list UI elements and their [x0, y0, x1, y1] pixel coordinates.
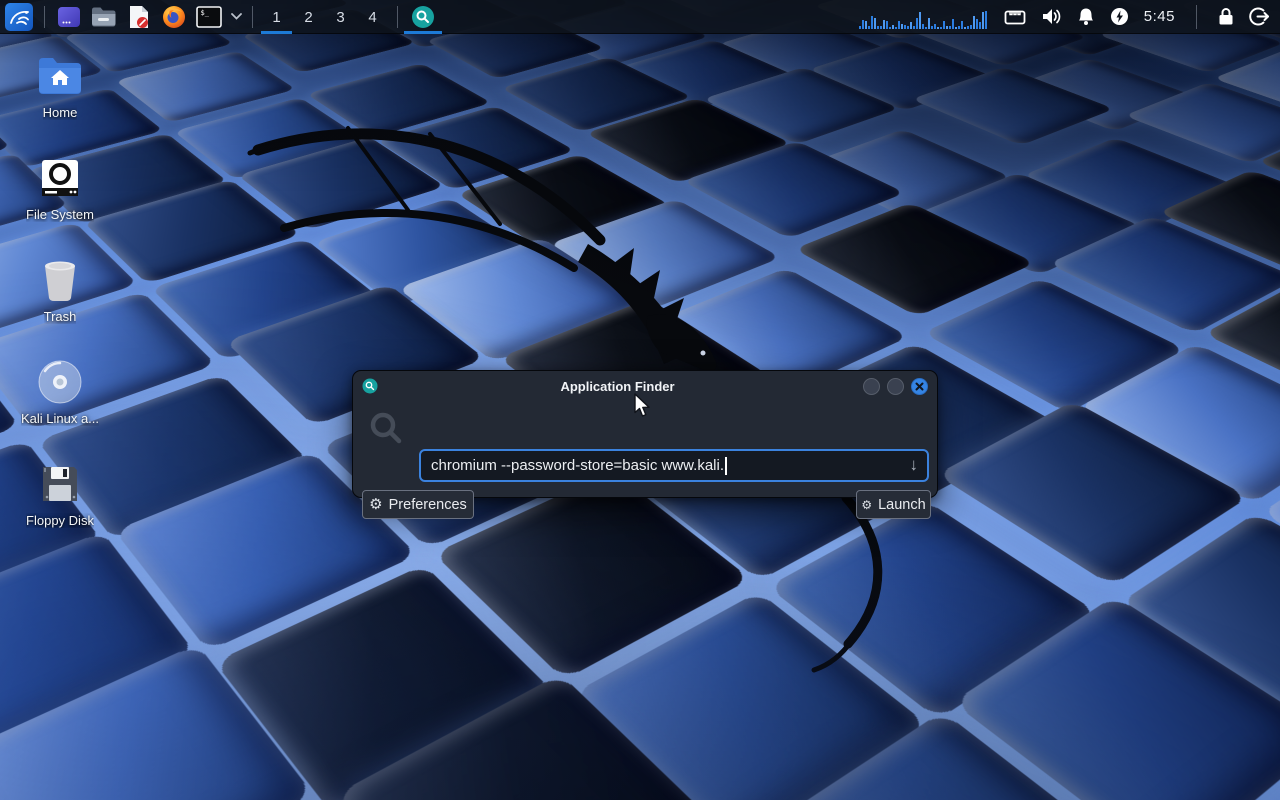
- floppy-disk-icon: [36, 460, 84, 508]
- lock-icon[interactable]: [1218, 7, 1234, 26]
- taskbar-appfinder-button[interactable]: [404, 0, 442, 34]
- desktop-icon-label: Kali Linux a...: [21, 411, 99, 426]
- launch-button[interactable]: ⚙ Launch: [856, 490, 931, 519]
- kali-menu-button[interactable]: [0, 0, 38, 34]
- search-icon: [367, 409, 405, 452]
- launcher-firefox[interactable]: [156, 0, 191, 34]
- volume-icon[interactable]: [1041, 7, 1062, 26]
- launcher-terminal[interactable]: $_: [191, 0, 226, 34]
- workspace-button-1[interactable]: 1: [261, 0, 292, 34]
- desktop-icon-floppy-disk[interactable]: Floppy Disk: [12, 460, 108, 528]
- maximize-button[interactable]: [887, 378, 904, 395]
- panel-separator: [397, 6, 398, 28]
- appfinder-titlebar-icon: [362, 378, 378, 394]
- app-window-icon: [57, 5, 81, 29]
- desktop-icon-label: Floppy Disk: [26, 513, 94, 528]
- kali-menu-icon: [5, 3, 33, 31]
- application-finder-window: Application Finder chromium --passwo: [352, 370, 938, 498]
- desktop-icon-kali-linux[interactable]: Kali Linux a...: [12, 358, 108, 426]
- panel-separator: [1196, 5, 1197, 29]
- text-editor-icon: [128, 5, 150, 29]
- terminal-icon: $_: [196, 5, 222, 29]
- workspace-button-4[interactable]: 4: [357, 0, 388, 34]
- close-icon: [915, 382, 924, 391]
- hard-disk-icon: [36, 154, 84, 202]
- workspace-button-2[interactable]: 2: [293, 0, 324, 34]
- search-input-value: chromium --password-store=basic www.kali…: [431, 457, 724, 474]
- search-input[interactable]: chromium --password-store=basic www.kali…: [419, 449, 929, 482]
- panel-separator: [252, 6, 253, 28]
- text-caret: [725, 457, 727, 475]
- desktop: Home File System: [0, 0, 1280, 800]
- appfinder-titlebar[interactable]: Application Finder: [353, 371, 937, 401]
- desktop-icon-trash[interactable]: Trash: [12, 256, 108, 324]
- desktop-icon-label: File System: [26, 207, 94, 222]
- desktop-icon-file-system[interactable]: File System: [12, 154, 108, 222]
- audio-visualizer-icon: [859, 5, 987, 29]
- network-ethernet-icon[interactable]: [1004, 8, 1026, 26]
- desktop-icon-label: Trash: [44, 309, 77, 324]
- trash-empty-icon: [36, 256, 84, 304]
- clock[interactable]: 5:45: [1144, 8, 1175, 25]
- run-gear-icon: ⚙: [861, 499, 872, 511]
- wallpaper-cubes: [0, 0, 1280, 595]
- logout-icon[interactable]: [1249, 6, 1270, 27]
- optical-disc-icon: [36, 358, 84, 406]
- chevron-down-icon: [231, 13, 242, 20]
- appfinder-search-icon: [411, 5, 435, 29]
- launcher-text-editor[interactable]: [121, 0, 156, 34]
- workspace-button-3[interactable]: 3: [325, 0, 356, 34]
- panel-separator: [44, 6, 45, 28]
- file-manager-icon: [91, 6, 116, 28]
- gear-icon: ⚙: [369, 497, 382, 512]
- top-panel: $_ 1 2 3 4: [0, 0, 1280, 34]
- launch-button-label: Launch: [878, 497, 926, 513]
- firefox-icon: [162, 5, 186, 29]
- power-manager-icon[interactable]: [1110, 7, 1129, 26]
- notifications-bell-icon[interactable]: [1077, 7, 1095, 26]
- terminal-dropdown-arrow[interactable]: [226, 0, 246, 34]
- home-folder-icon: [36, 52, 84, 100]
- launcher-app-window[interactable]: [51, 0, 86, 34]
- desktop-icon-list: Home File System: [12, 52, 108, 528]
- svg-text:$_: $_: [200, 9, 209, 17]
- minimize-button[interactable]: [863, 378, 880, 395]
- desktop-icon-label: Home: [43, 105, 78, 120]
- workspace-switcher: 1 2 3 4: [261, 0, 389, 33]
- preferences-button[interactable]: ⚙ Preferences: [362, 490, 474, 519]
- close-button[interactable]: [911, 378, 928, 395]
- window-title: Application Finder: [393, 379, 842, 394]
- preferences-button-label: Preferences: [389, 497, 467, 513]
- input-dropdown-arrow-icon[interactable]: ↓: [910, 455, 919, 475]
- desktop-icon-home[interactable]: Home: [12, 52, 108, 120]
- launcher-file-manager[interactable]: [86, 0, 121, 34]
